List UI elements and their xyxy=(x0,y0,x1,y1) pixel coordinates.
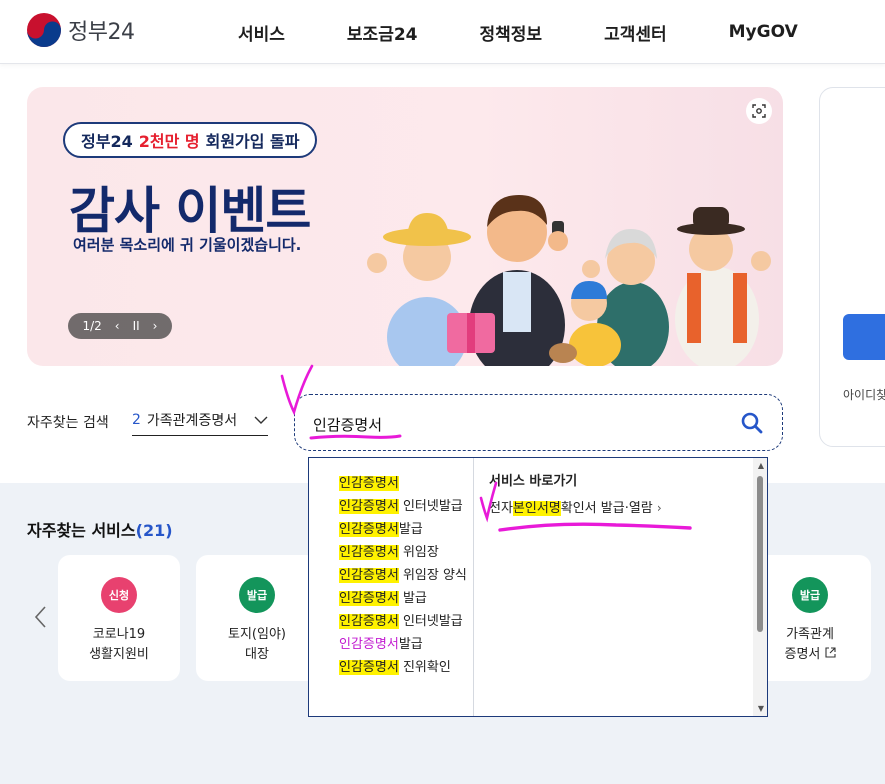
services-title-text: 자주찾는 서비스 xyxy=(27,521,136,540)
suggestion-item[interactable]: 인감증명서 인터넷발급 xyxy=(339,495,473,518)
shortcut-prefix: 전자 xyxy=(489,501,513,516)
scan-icon xyxy=(752,104,766,118)
services-count-close: ) xyxy=(165,521,173,540)
suggestion-rest: 위임장 양식 xyxy=(398,568,467,583)
family-illustration xyxy=(367,195,771,366)
frequent-search-rank: 2 xyxy=(132,412,141,428)
chevron-left-icon[interactable] xyxy=(33,605,49,629)
global-header: 정부24 서비스 보조금24 정책정보 고객센터 MyGOV xyxy=(0,0,885,64)
service-shortcut: 서비스 바로가기 전자본인서명확인서 발급·열람 › xyxy=(489,470,662,516)
services-count: 21 xyxy=(142,521,166,540)
external-link-icon xyxy=(824,647,836,658)
pager-next-button[interactable]: › xyxy=(153,319,158,333)
frequent-search-value: 가족관계증명서 xyxy=(146,413,238,429)
site-logo[interactable]: 정부24 xyxy=(26,12,135,48)
banner-title: 감사 이벤트 xyxy=(69,182,311,240)
nav-services[interactable]: 서비스 xyxy=(238,20,285,45)
taegeuk-logo-icon xyxy=(27,13,61,47)
suggestion-item[interactable]: 인감증명서 위임장 xyxy=(339,541,473,564)
chevron-right-icon: › xyxy=(656,501,662,515)
main-navigation: 서비스 보조금24 정책정보 고객센터 MyGOV xyxy=(238,0,798,64)
frequent-search-select[interactable]: 2 가족관계증명서 xyxy=(132,405,268,436)
chevron-down-icon xyxy=(254,416,268,424)
suggestion-item[interactable]: 인감증명서 인터넷발급 인감증명서발급 xyxy=(339,610,473,656)
services-count-open: ( xyxy=(135,521,143,540)
suggestion-list: 인감증명서 인감증명서 인터넷발급 인감증명서발급 인감증명서 위임장 인감증명… xyxy=(309,458,474,716)
suggestion-rest: 발급 xyxy=(398,522,423,537)
service-name-line2: 대장 xyxy=(245,647,269,662)
suggestion-rest: 발급 xyxy=(398,591,427,606)
suggestion-extra-rest: 발급 xyxy=(398,637,423,652)
search-box[interactable]: 인감증명서 xyxy=(294,394,783,451)
nav-subsidy24[interactable]: 보조금24 xyxy=(347,20,418,45)
suggestion-rest: 위임장 xyxy=(398,545,439,560)
frequent-services-title: 자주찾는 서비스(21) xyxy=(27,517,173,541)
suggestion-pink-text: 인감증명서 xyxy=(339,637,399,652)
suggestion-highlight: 인감증명서 xyxy=(339,522,399,537)
scroll-thumb[interactable] xyxy=(757,476,763,632)
service-name: 토지(임야) 대장 xyxy=(196,625,318,665)
suggestion-highlight: 인감증명서 xyxy=(339,545,399,560)
pager-pause-button[interactable]: II xyxy=(133,319,140,333)
dropdown-scrollbar[interactable]: ▲ ▼ xyxy=(753,458,767,716)
banner-pager: 1/2 ‹ II › xyxy=(68,313,172,339)
service-card-covid[interactable]: 신청 코로나19 생활지원비 xyxy=(58,555,180,681)
service-name-line1: 토지(임야) xyxy=(228,627,286,642)
suggestion-rest: 진위확인 xyxy=(398,660,451,675)
suggestion-highlight: 인감증명서 xyxy=(339,591,399,606)
search-input[interactable]: 인감증명서 xyxy=(313,414,382,435)
shortcut-link[interactable]: 전자본인서명확인서 발급·열람 › xyxy=(489,497,662,516)
suggestion-rest: 인터넷발급 xyxy=(398,614,463,629)
suggestion-highlight: 인감증명서 xyxy=(339,568,399,583)
frequent-search-label: 자주찾는 검색 xyxy=(27,415,109,431)
login-button[interactable] xyxy=(843,314,885,360)
suggestion-highlight: 인감증명서 xyxy=(339,614,399,629)
suggestion-item[interactable]: 인감증명서 진위확인 xyxy=(339,656,473,679)
suggestion-item[interactable]: 인감증명서 위임장 양식 xyxy=(339,564,473,587)
suggestion-item[interactable]: 인감증명서 xyxy=(339,472,473,495)
badge-issue: 발급 xyxy=(792,577,828,613)
suggestion-highlight: 인감증명서 xyxy=(339,476,399,491)
service-name-line2-text: 증명서 xyxy=(784,647,821,662)
service-card-land-register[interactable]: 발급 토지(임야) 대장 xyxy=(196,555,318,681)
badge-issue: 발급 xyxy=(239,577,275,613)
service-name-line2: 생활지원비 xyxy=(89,647,149,662)
logo-text: 정부24 xyxy=(68,20,135,45)
find-id-link[interactable]: 아이디찾 xyxy=(843,386,885,403)
scroll-up-icon[interactable]: ▲ xyxy=(758,461,764,470)
event-banner[interactable]: 정부24 2천만 명 회원가입 돌파 감사 이벤트 여러분 목소리에 귀 기울이… xyxy=(27,87,783,366)
search-icon[interactable] xyxy=(740,411,764,435)
service-name: 코로나19 생활지원비 xyxy=(58,625,180,665)
pill-suffix: 회원가입 돌파 xyxy=(205,132,300,151)
pager-count: 1/2 xyxy=(82,319,102,333)
service-name-line1: 코로나19 xyxy=(92,627,146,642)
banner-subtitle: 여러분 목소리에 귀 기울이겠습니다. xyxy=(73,236,302,254)
nav-mygov[interactable]: MyGOV xyxy=(729,22,798,42)
nav-policy-info[interactable]: 정책정보 xyxy=(480,20,543,45)
pill-prefix: 정부24 xyxy=(81,132,133,151)
autocomplete-dropdown: 인감증명서 인감증명서 인터넷발급 인감증명서발급 인감증명서 위임장 인감증명… xyxy=(308,457,768,717)
suggestion-item[interactable]: 인감증명서발급 xyxy=(339,518,473,541)
pager-prev-button[interactable]: ‹ xyxy=(115,319,120,333)
suggestion-highlight: 인감증명서 xyxy=(339,499,399,514)
banner-pill: 정부24 2천만 명 회원가입 돌파 xyxy=(63,122,318,158)
shortcut-highlight: 본인서명 xyxy=(512,501,561,516)
shortcut-title: 서비스 바로가기 xyxy=(489,474,578,489)
badge-apply: 신청 xyxy=(101,577,137,613)
pill-highlight: 2천만 명 xyxy=(138,132,200,151)
suggestion-highlight: 인감증명서 xyxy=(339,660,399,675)
scroll-down-icon[interactable]: ▼ xyxy=(758,704,764,713)
banner-zoom-button[interactable] xyxy=(746,98,772,124)
suggestion-item[interactable]: 인감증명서 발급 xyxy=(339,587,473,610)
shortcut-suffix: 확인서 발급·열람 xyxy=(560,501,653,516)
nav-customer-center[interactable]: 고객센터 xyxy=(604,20,667,45)
suggestion-rest: 인터넷발급 xyxy=(398,499,463,514)
